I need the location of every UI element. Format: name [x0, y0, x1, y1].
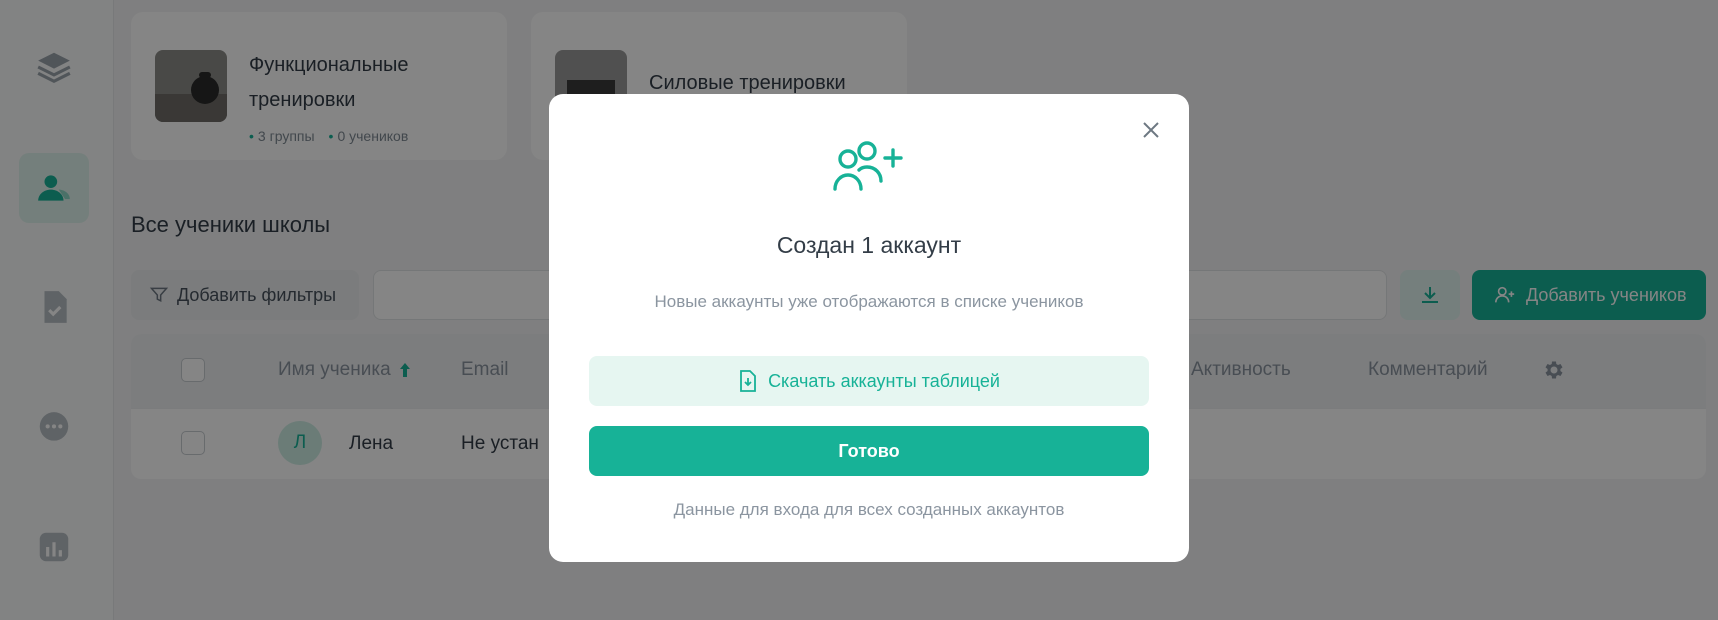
download-accounts-label: Скачать аккаунты таблицей	[768, 370, 1000, 391]
modal-title: Создан 1 аккаунт	[776, 232, 962, 258]
close-icon	[1143, 122, 1159, 138]
accounts-created-modal: Создан 1 аккаунт Новые аккаунты уже отоб…	[549, 94, 1189, 562]
done-button[interactable]: Готово	[589, 426, 1149, 476]
file-download-icon	[740, 370, 756, 392]
close-button[interactable]	[1135, 114, 1167, 146]
users-plus-icon	[833, 141, 903, 191]
login-data-link[interactable]: Данные для входа для всех созданных акка…	[549, 500, 1189, 520]
download-accounts-button[interactable]: Скачать аккаунты таблицей	[589, 356, 1149, 406]
modal-subtitle: Новые аккаунты уже отображаются в списке…	[654, 292, 1084, 311]
